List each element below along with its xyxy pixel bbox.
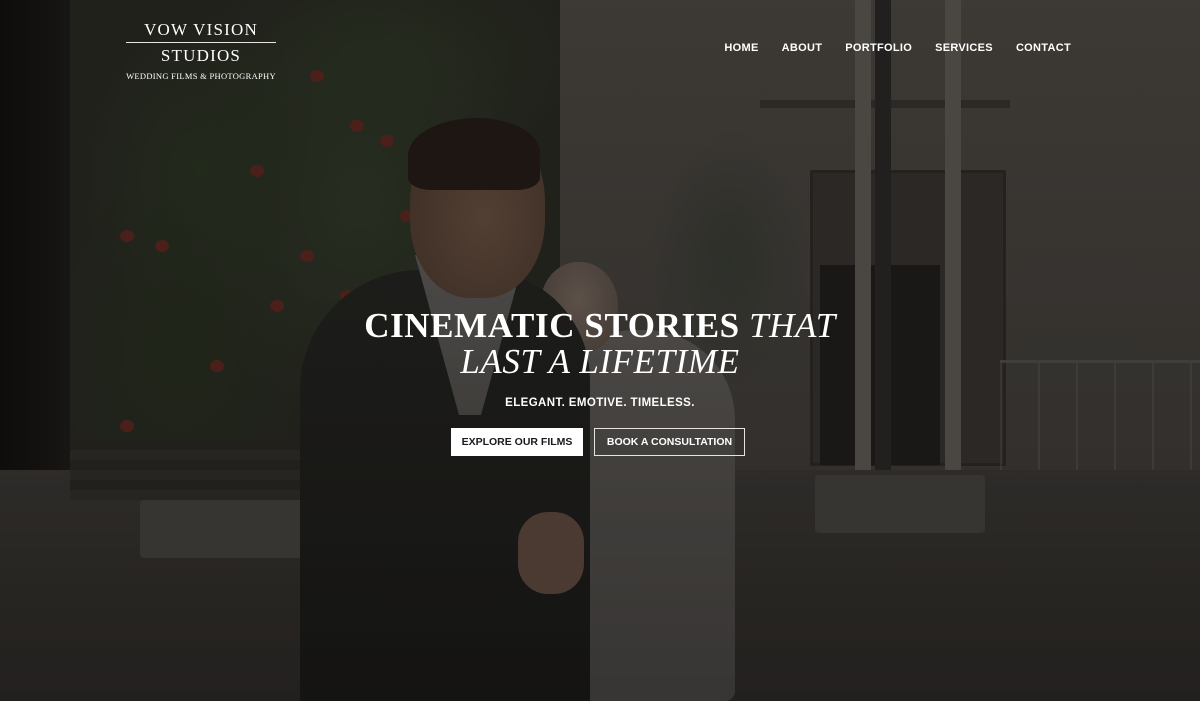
nav-contact[interactable]: CONTACT [1016, 42, 1071, 54]
nav-home[interactable]: HOME [724, 42, 758, 54]
logo-divider [126, 42, 276, 43]
book-consultation-button[interactable]: BOOK A CONSULTATION [594, 428, 745, 456]
hero-section: VOW VISION STUDIOS WEDDING FILMS & PHOTO… [0, 0, 1200, 701]
logo-line2: STUDIOS [160, 46, 242, 65]
main-nav: HOME ABOUT PORTFOLIO SERVICES CONTACT [724, 42, 1071, 54]
hero-headline: CINEMATIC STORIES THAT LAST A LIFETIME [0, 308, 1200, 380]
headline-bold: CINEMATIC STORIES [364, 306, 740, 345]
logo-line1: VOW VISION [144, 20, 258, 39]
hero-cta-group: EXPLORE OUR FILMS BOOK A CONSULTATION [451, 428, 745, 456]
headline-italic-1: THAT [749, 306, 836, 345]
explore-films-button[interactable]: EXPLORE OUR FILMS [451, 428, 583, 456]
nav-services[interactable]: SERVICES [935, 42, 993, 54]
headline-italic-2: LAST A LIFETIME [460, 342, 740, 381]
nav-about[interactable]: ABOUT [782, 42, 823, 54]
site-logo[interactable]: VOW VISION STUDIOS WEDDING FILMS & PHOTO… [118, 20, 284, 81]
nav-portfolio[interactable]: PORTFOLIO [845, 42, 912, 54]
logo-tagline: WEDDING FILMS & PHOTOGRAPHY [126, 71, 276, 81]
hero-subheading: ELEGANT. EMOTIVE. TIMELESS. [505, 397, 695, 409]
